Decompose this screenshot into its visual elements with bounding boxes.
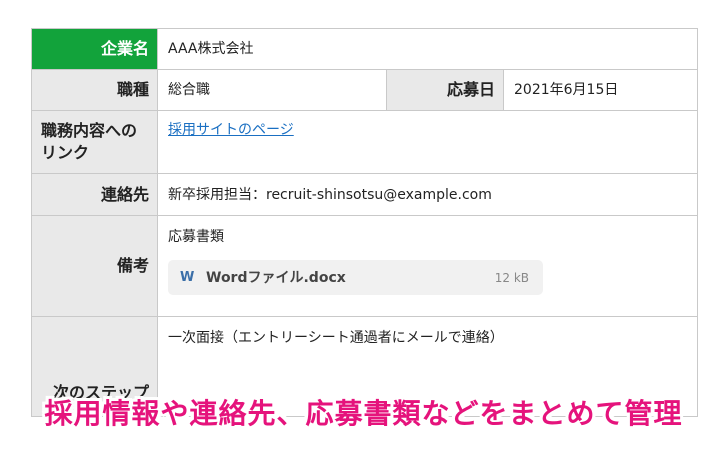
contact-row: 連絡先 新卒採用担当：recruit-shinsotsu@example.com [32, 174, 698, 216]
attachment-file-size: 12 kB [494, 270, 529, 285]
notes-label: 備考 [32, 216, 158, 316]
job-application-table: 企業名 AAA株式会社 職種 総合職 応募日 2021年6月15日 職務内容への… [31, 28, 698, 417]
contact-value[interactable]: 新卒採用担当：recruit-shinsotsu@example.com [158, 174, 698, 215]
next-step-value[interactable]: 一次面接（エントリーシート通過者にメールで連絡） [168, 327, 504, 349]
attachment-file-name: Wordファイル.docx [206, 269, 346, 286]
recruit-site-link[interactable]: 採用サイトのページ [168, 119, 294, 141]
notes-text[interactable]: 応募書類 [168, 226, 224, 248]
notes-cell: 応募書類 W Wordファイル.docx 12 kB [158, 216, 698, 316]
company-value[interactable]: AAA株式会社 [158, 29, 698, 69]
position-row: 職種 総合職 応募日 2021年6月15日 [32, 70, 698, 111]
position-value[interactable]: 総合職 [158, 70, 387, 110]
job-link-cell: 採用サイトのページ [158, 111, 698, 173]
position-label: 職種 [32, 70, 158, 110]
job-link-row: 職務内容へのリンク 採用サイトのページ [32, 111, 698, 174]
company-row: 企業名 AAA株式会社 [32, 29, 698, 70]
contact-label: 連絡先 [32, 174, 158, 215]
applied-date-label: 応募日 [387, 70, 504, 110]
company-label: 企業名 [32, 29, 158, 69]
word-file-attachment[interactable]: W Wordファイル.docx 12 kB [168, 260, 543, 295]
job-link-label: 職務内容へのリンク [32, 111, 158, 173]
feature-caption: 採用情報や連絡先、応募書類などをまとめて管理 [44, 397, 683, 430]
notes-row: 備考 応募書類 W Wordファイル.docx 12 kB [32, 216, 698, 317]
word-document-icon: W [180, 269, 195, 285]
applied-date-value[interactable]: 2021年6月15日 [504, 70, 698, 110]
